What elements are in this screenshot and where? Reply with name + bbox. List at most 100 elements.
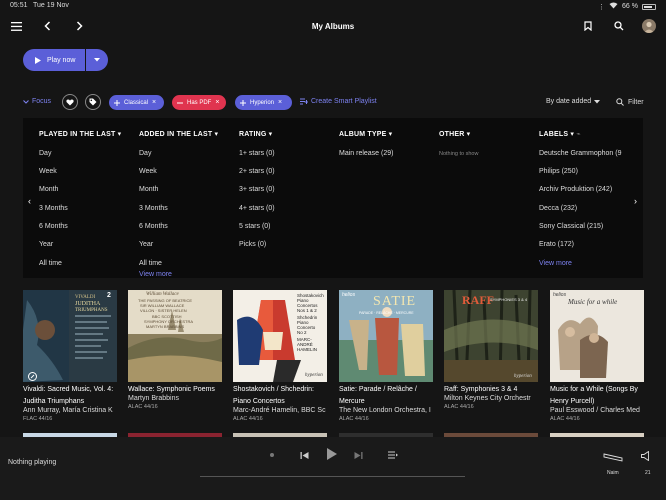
column-header[interactable]: PLAYED IN THE LAST ▾	[39, 130, 121, 138]
avatar[interactable]	[642, 19, 656, 33]
cover-text: William Wallace	[146, 292, 179, 297]
tag-filter-button[interactable]	[85, 94, 101, 110]
focus-option[interactable]: Decca (232)	[539, 205, 577, 212]
album-cover[interactable]: helios Music for a while	[550, 290, 644, 382]
status-date: Tue 19 Nov	[33, 2, 69, 9]
focus-option[interactable]: 3 Months	[39, 205, 68, 212]
album-title: Raff: Symphonies 3 & 4	[444, 386, 518, 393]
focus-option[interactable]: Day	[139, 150, 151, 157]
focus-option[interactable]: Main release (29)	[339, 150, 393, 157]
focus-option[interactable]: Philips (250)	[539, 168, 578, 175]
album-artist: Martyn Brabbins	[128, 395, 179, 402]
focus-option[interactable]: 6 Months	[139, 223, 168, 230]
column-header[interactable]: ADDED IN THE LAST ▾	[139, 130, 218, 138]
focus-option[interactable]: 1+ stars (0)	[239, 150, 275, 157]
focus-option[interactable]: Sony Classical (215)	[539, 223, 603, 230]
bookmark-icon[interactable]	[581, 19, 595, 33]
column-header[interactable]: RATING ▾	[239, 130, 272, 138]
album-cover[interactable]: William Wallace THE PASSING OF BEATRICE …	[128, 290, 222, 382]
album-title: Music for a While (Songs By	[550, 386, 638, 393]
focus-option[interactable]: Year	[139, 241, 153, 248]
device-name[interactable]: Naim	[607, 470, 619, 476]
album-title-line2: Henry Purcell)	[550, 398, 595, 405]
cover-text: PARADE · RELÂCHE · MERCURE	[359, 311, 414, 315]
progress-bar[interactable]	[200, 476, 465, 477]
focus-option[interactable]: Month	[139, 186, 158, 193]
focus-option[interactable]: 4+ stars (0)	[239, 205, 275, 212]
focus-panel: ‹ › PLAYED IN THE LAST ▾ Day Week Month …	[23, 118, 643, 278]
focus-option[interactable]: 5 stars (0)	[239, 223, 271, 230]
album-cover[interactable]: RAFF SYMPHONIES 3 & 4 hyperion	[444, 290, 538, 382]
album-format: ALAC 44/16	[339, 416, 369, 422]
album-title: Shostakovich / Shchedrin:	[233, 386, 314, 393]
focus-option[interactable]: Week	[139, 168, 157, 175]
album-card[interactable]: helios Music for a while Music for a Whi…	[550, 290, 644, 422]
chip-has-pdf[interactable]: Has PDF ×	[172, 95, 226, 110]
queue-icon[interactable]	[387, 449, 399, 461]
focus-option[interactable]: Year	[39, 241, 53, 248]
play-options-dropdown[interactable]	[86, 49, 108, 71]
focus-option[interactable]: 3+ stars (0)	[239, 186, 275, 193]
album-card[interactable]: RAFF SYMPHONIES 3 & 4 hyperion Raff: Sym…	[444, 290, 538, 410]
heart-icon	[66, 98, 74, 105]
play-now-button[interactable]: Play now	[23, 49, 85, 71]
close-icon[interactable]: ×	[215, 99, 219, 106]
focus-option[interactable]: Erato (172)	[539, 241, 574, 248]
album-cover[interactable]: Shostakovich Piano Concertos Nos 1 & 2 Shch…	[233, 290, 327, 382]
volume-icon[interactable]	[638, 449, 652, 463]
album-title: Wallace: Symphonic Poems	[128, 386, 215, 393]
column-header[interactable]: ALBUM TYPE ▾	[339, 130, 392, 138]
plus-icon	[114, 99, 120, 106]
volume-level: 21	[645, 470, 651, 476]
cover-text: Music for a while	[568, 298, 618, 306]
close-icon[interactable]: ×	[152, 99, 156, 106]
album-card[interactable]: helios SATIE PARADE · RELÂCHE · MERCURE …	[339, 290, 433, 422]
chevron-left-icon[interactable]: ‹	[28, 196, 31, 206]
filter-button[interactable]: Filter	[616, 98, 644, 106]
smart-playlist-label: Create Smart Playlist	[311, 98, 377, 105]
focus-option[interactable]: 3 Months	[139, 205, 168, 212]
focus-toggle[interactable]: Focus	[23, 98, 51, 105]
focus-option[interactable]: 6 Months	[39, 223, 68, 230]
focus-option[interactable]: Week	[39, 168, 57, 175]
album-card[interactable]: VIVALDI JUDITHA TRIUMPHANS 2 Vivaldi: Sa…	[23, 290, 117, 422]
view-more-link[interactable]: View more	[139, 271, 172, 278]
focus-option[interactable]: Day	[39, 150, 51, 157]
album-cover[interactable]: VIVALDI JUDITHA TRIUMPHANS 2	[23, 290, 117, 382]
sort-dropdown[interactable]: By date added	[546, 98, 601, 105]
album-format: ALAC 44/16	[444, 404, 474, 410]
chip-hyperion[interactable]: Hyperion ×	[235, 95, 292, 110]
signal-icon: ⋮	[598, 3, 606, 11]
focus-option[interactable]: Month	[39, 186, 58, 193]
create-smart-playlist-button[interactable]: Create Smart Playlist	[300, 98, 377, 105]
play-icon[interactable]	[325, 447, 339, 461]
search-icon[interactable]	[612, 19, 626, 33]
dot-icon	[268, 451, 276, 459]
focus-label: Focus	[32, 98, 52, 105]
album-cover[interactable]: helios SATIE PARADE · RELÂCHE · MERCURE	[339, 290, 433, 382]
play-icon	[35, 56, 41, 64]
focus-option[interactable]: Picks (0)	[239, 241, 266, 248]
column-header[interactable]: OTHER ▾	[439, 130, 470, 138]
album-card[interactable]: Shostakovich Piano Concertos Nos 1 & 2 Shch…	[233, 290, 327, 422]
focus-option[interactable]: Archiv Produktion (242)	[539, 186, 612, 193]
chevron-right-icon[interactable]: ›	[634, 196, 637, 206]
favorite-filter-button[interactable]	[62, 94, 78, 110]
empty-note: Nothing to show	[439, 151, 479, 157]
album-artist: Ann Murray, María Cristina K	[23, 407, 113, 414]
cover-text: helios	[342, 292, 356, 298]
view-more-link[interactable]: View more	[539, 260, 572, 267]
focus-option[interactable]: Deutsche Grammophon (9	[539, 150, 621, 157]
previous-track-icon[interactable]	[298, 449, 310, 461]
chip-classical[interactable]: Classical ×	[109, 95, 164, 110]
streamer-device-icon[interactable]	[603, 451, 623, 463]
chevron-down-icon	[594, 100, 601, 104]
page-title: My Albums	[311, 22, 355, 31]
next-track-icon[interactable]	[352, 449, 364, 461]
close-icon[interactable]: ×	[278, 99, 282, 106]
focus-option[interactable]: 2+ stars (0)	[239, 168, 275, 175]
focus-option[interactable]: All time	[39, 260, 62, 267]
column-header[interactable]: LABELS ▾ ⌁	[539, 130, 627, 138]
album-card[interactable]: William Wallace THE PASSING OF BEATRICE …	[128, 290, 222, 410]
focus-option[interactable]: All time	[139, 260, 162, 267]
